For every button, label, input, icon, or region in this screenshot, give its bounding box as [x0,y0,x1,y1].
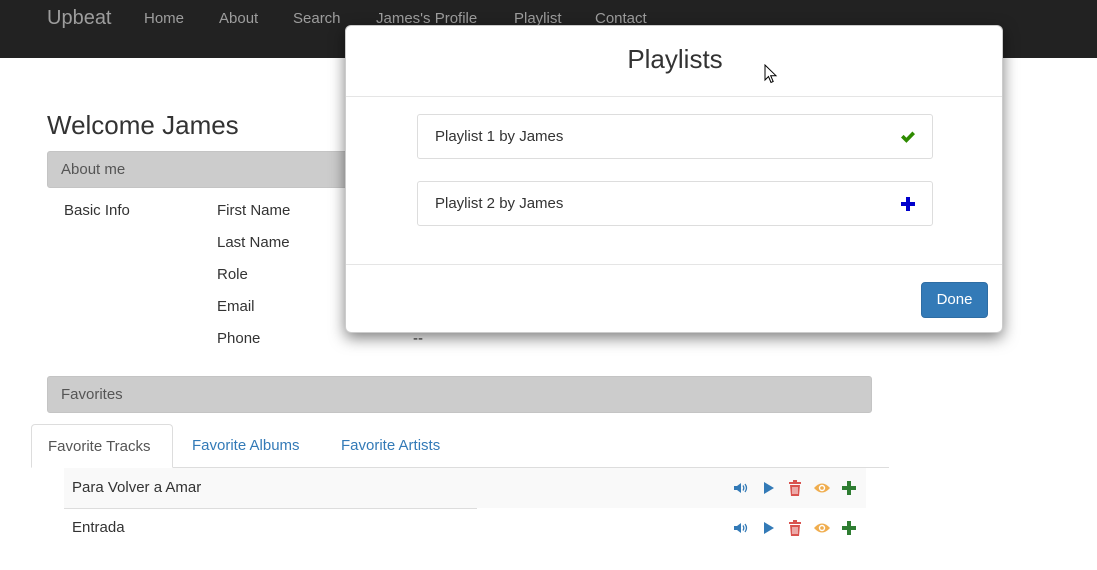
playlist-item[interactable]: Playlist 1 by James [417,114,933,159]
done-button[interactable]: Done [921,282,988,318]
nav-search[interactable]: Search [293,10,341,27]
last-name-label: Last Name [217,234,290,251]
basic-info-label: Basic Info [64,202,130,219]
table-row: Para Volver a Amar [64,468,866,508]
plus-icon[interactable] [840,479,858,497]
play-icon[interactable] [759,479,777,497]
modal-title: Playlists [627,44,723,74]
tab-favorite-albums[interactable]: Favorite Albums [176,424,316,468]
playlists-modal: Playlists Playlist 1 by James Playlist 2… [345,25,1003,333]
trash-icon[interactable] [786,479,804,497]
role-label: Role [217,266,248,283]
mouse-cursor-icon [764,64,778,84]
tab-favorite-artists[interactable]: Favorite Artists [325,424,456,468]
eye-icon[interactable] [813,479,831,497]
brand-logo[interactable]: Upbeat [47,7,112,30]
playlist-name: Playlist 1 by James [435,128,564,145]
plus-icon[interactable] [840,519,858,537]
eye-icon[interactable] [813,519,831,537]
modal-footer-divider [346,264,1002,265]
phone-label: Phone [217,330,261,347]
volume-icon[interactable] [731,519,749,537]
tab-favorite-tracks[interactable]: Favorite Tracks [31,424,173,468]
nav-about[interactable]: About [219,10,258,27]
playlist-name: Playlist 2 by James [435,195,564,212]
track-title: Entrada [72,519,125,536]
track-title: Para Volver a Amar [72,479,202,496]
check-icon[interactable] [899,128,917,146]
favorites-panel-heading: Favorites [47,376,872,413]
play-icon[interactable] [759,519,777,537]
table-row: Entrada [64,508,866,548]
plus-icon[interactable] [899,195,917,213]
nav-home[interactable]: Home [144,10,184,27]
trash-icon[interactable] [786,519,804,537]
playlist-item[interactable]: Playlist 2 by James [417,181,933,226]
modal-header-divider [346,96,1002,97]
first-name-label: First Name [217,202,291,219]
page-title: Welcome James [47,110,239,140]
email-label: Email [217,298,255,315]
volume-icon[interactable] [731,479,749,497]
